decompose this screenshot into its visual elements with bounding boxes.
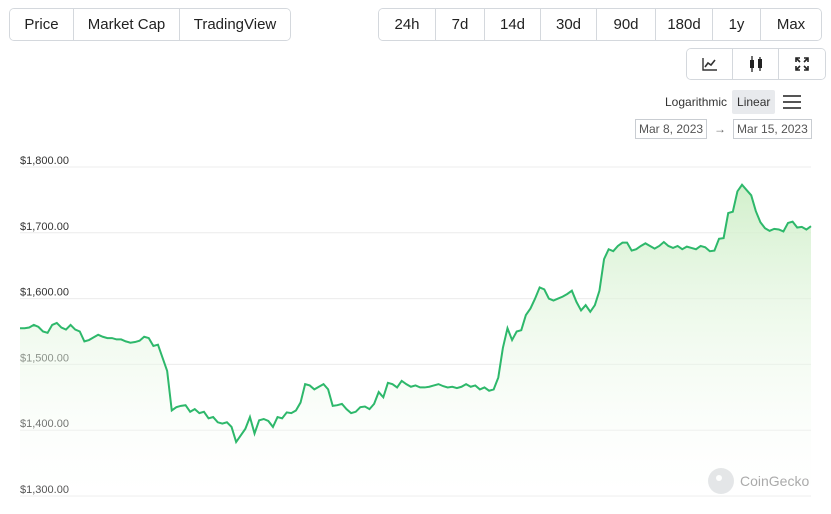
line-chart-button[interactable] bbox=[687, 49, 733, 79]
y-tick-label: $1,600.00 bbox=[20, 287, 69, 299]
linear-option[interactable]: Linear bbox=[732, 90, 776, 114]
time-range-selector: 24h 7d 14d 30d 90d 180d 1y Max bbox=[378, 8, 822, 41]
range-180d-button[interactable]: 180d bbox=[656, 9, 713, 40]
y-tick-label: $1,800.00 bbox=[20, 155, 69, 167]
date-range: Mar 8, 2023 → Mar 15, 2023 bbox=[635, 119, 812, 139]
chart-type-toggle bbox=[686, 48, 826, 80]
logarithmic-option[interactable]: Logarithmic bbox=[660, 90, 732, 114]
watermark-text: CoinGecko bbox=[740, 473, 810, 489]
tab-price[interactable]: Price bbox=[10, 9, 74, 40]
line-chart-icon bbox=[701, 58, 717, 71]
range-1y-button[interactable]: 1y bbox=[713, 9, 761, 40]
candlestick-icon bbox=[749, 56, 762, 72]
y-tick-label: $1,700.00 bbox=[20, 221, 69, 233]
scale-selector: Logarithmic Linear bbox=[660, 90, 802, 114]
fullscreen-button[interactable] bbox=[779, 49, 825, 79]
range-max-button[interactable]: Max bbox=[761, 9, 821, 40]
tab-tradingview[interactable]: TradingView bbox=[180, 9, 290, 40]
coingecko-watermark: CoinGecko bbox=[708, 468, 809, 494]
date-from-input[interactable]: Mar 8, 2023 bbox=[635, 119, 708, 139]
date-to-input[interactable]: Mar 15, 2023 bbox=[733, 119, 812, 139]
price-chart: $1,300.00$1,400.00$1,500.00$1,600.00$1,7… bbox=[20, 155, 812, 497]
range-14d-button[interactable]: 14d bbox=[485, 9, 541, 40]
coingecko-logo-icon bbox=[708, 468, 734, 494]
fullscreen-icon bbox=[795, 57, 809, 71]
range-24h-button[interactable]: 24h bbox=[379, 9, 436, 40]
range-7d-button[interactable]: 7d bbox=[436, 9, 485, 40]
range-90d-button[interactable]: 90d bbox=[597, 9, 656, 40]
range-30d-button[interactable]: 30d bbox=[541, 9, 597, 40]
date-arrow: → bbox=[714, 122, 727, 136]
menu-icon[interactable] bbox=[783, 95, 802, 109]
tab-market-cap[interactable]: Market Cap bbox=[74, 9, 180, 40]
candlestick-button[interactable] bbox=[733, 49, 779, 79]
chart-mode-tabs: Price Market Cap TradingView bbox=[9, 8, 291, 41]
